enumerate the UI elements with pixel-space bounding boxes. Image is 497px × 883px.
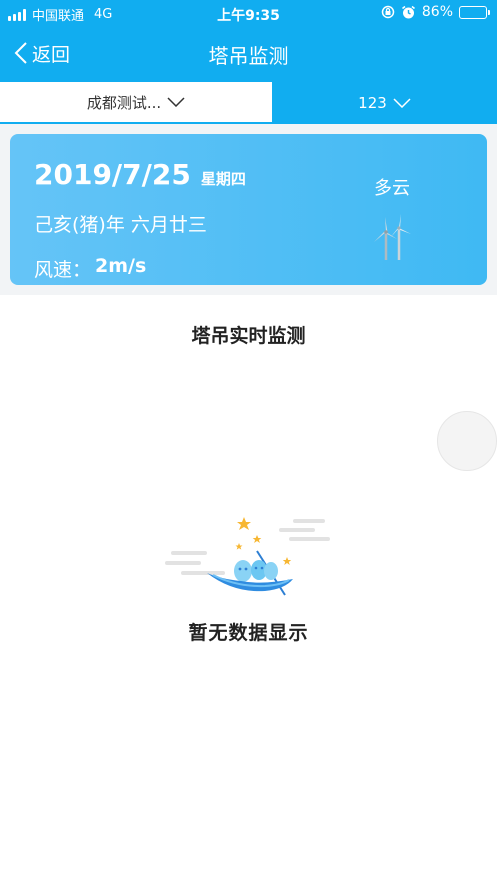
boat-with-stars-icon	[165, 517, 330, 596]
chevron-down-icon	[393, 98, 411, 108]
page-title: 塔吊监测	[208, 44, 289, 68]
battery-percent: 86%	[421, 4, 453, 20]
status-bar: 中国联通 4G 上午9:35 86%	[0, 0, 497, 26]
wind-value: 2m/s	[95, 255, 147, 277]
date-row: 2019/7/25 星期四	[34, 158, 246, 191]
battery-icon	[459, 5, 490, 19]
lunar-date: 己亥(猪)年 六月廿三	[34, 214, 207, 236]
alarm-icon	[401, 5, 415, 18]
device-dropdown[interactable]: 123	[272, 82, 497, 124]
date-text: 2019/7/25	[34, 158, 191, 191]
chevron-down-icon	[167, 97, 185, 107]
section-title: 塔吊实时监测	[191, 325, 306, 347]
project-dropdown[interactable]: 成都测试...	[0, 82, 272, 124]
floating-assistive-button[interactable]	[437, 411, 497, 471]
app-header: 中国联通 4G 上午9:35 86% 返回 塔吊监测	[0, 0, 497, 82]
rotation-lock-icon	[381, 5, 395, 19]
weather-condition: 多云	[374, 178, 410, 199]
weather-card: 2019/7/25 星期四 己亥(猪)年 六月廿三 风速： 2m/s 多云	[10, 134, 487, 285]
device-dropdown-label: 123	[358, 94, 387, 112]
project-dropdown-label: 成都测试...	[86, 93, 162, 112]
status-right: 86%	[381, 4, 490, 20]
wind-turbine-icon	[374, 214, 411, 260]
wind-speed: 风速： 2m/s	[34, 255, 146, 282]
weather-section: 2019/7/25 星期四 己亥(猪)年 六月廿三 风速： 2m/s 多云	[0, 124, 497, 295]
weekday-text: 星期四	[200, 170, 246, 188]
empty-state-message: 暂无数据显示	[188, 622, 309, 644]
nav-bar: 返回 塔吊监测	[0, 26, 497, 82]
filter-tabs: 成都测试... 123	[0, 82, 497, 124]
wind-label: 风速：	[34, 259, 92, 281]
